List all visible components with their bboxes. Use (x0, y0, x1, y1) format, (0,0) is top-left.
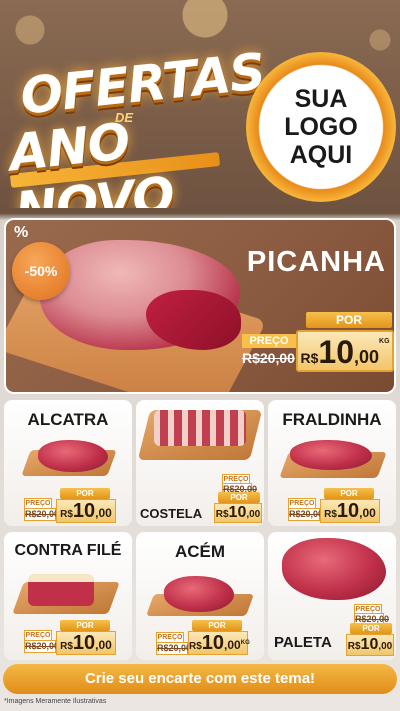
por-label: POR (350, 623, 392, 634)
price-cents: ,00 (224, 638, 241, 652)
currency: R$ (324, 509, 337, 520)
product-card-paleta[interactable]: PREÇO R$20,00 PALETA POR R$10,00 (268, 532, 396, 660)
price: R$10,00 (56, 631, 116, 655)
product-name: PALETA (274, 634, 332, 651)
price-cents: ,00 (246, 509, 261, 520)
price-int: 10 (360, 636, 379, 653)
currency: R$ (60, 641, 73, 652)
flyer-page: OFERTAS DE ANO NOVO SUA LOGO AQUI -50% %… (0, 0, 400, 711)
hero-product-name: PICANHA (246, 246, 386, 278)
hero-card[interactable]: -50% % PICANHA PREÇO R$20,00 POR R$ 10 ,… (4, 218, 396, 394)
product-name: CONTRA FILÉ (14, 542, 122, 559)
header: OFERTAS DE ANO NOVO SUA LOGO AQUI (0, 0, 400, 208)
por-label: POR (324, 488, 374, 499)
price-int: 10 (72, 632, 96, 654)
percent-icon: % (14, 224, 29, 241)
price: R$10,00 (346, 634, 394, 656)
old-price: R$20,00 (24, 508, 60, 521)
unit: KG (240, 640, 250, 646)
product-card-contra-file[interactable]: CONTRA FILÉ PREÇO R$20,00 POR R$10,00 (4, 532, 132, 660)
hero-currency: R$ (300, 350, 319, 366)
price: R$10,00 (214, 503, 262, 523)
hero-old-label: PREÇO (242, 334, 296, 348)
price: R$10,00 (56, 499, 116, 523)
old-price: R$20,00 (24, 640, 60, 653)
price-cents: ,00 (359, 506, 376, 520)
product-card-alcatra[interactable]: ALCATRA PREÇO R$20,00 POR R$10,00 (4, 400, 132, 526)
hero-price: R$ 10 ,00 KG (296, 330, 394, 372)
logo-line-3: AQUI (289, 141, 353, 169)
price-int: 10 (201, 632, 225, 654)
contra-file-image (28, 574, 94, 606)
hero-price-cents: ,00 (353, 347, 380, 367)
logo-line-1: SUA (294, 85, 348, 113)
por-label: POR (192, 620, 242, 631)
logo-line-2: LOGO (284, 113, 358, 141)
currency: R$ (347, 641, 361, 652)
discount-badge: -50% (12, 242, 70, 300)
product-name: ACÉM (174, 542, 226, 561)
por-label: POR (60, 620, 110, 631)
fraldinha-image (290, 440, 372, 470)
old-price: R$20,00 (288, 508, 324, 521)
paleta-image (282, 538, 386, 600)
footnote: *Imagens Meramente Ilustrativas (4, 698, 107, 705)
product-card-acem[interactable]: ACÉM PREÇO R$20,00 POR R$10,00KG (136, 532, 264, 660)
price-int: 10 (336, 500, 360, 522)
hero-price-int: 10 (318, 334, 354, 370)
price-int: 10 (228, 504, 247, 521)
hero-por-label: POR (306, 312, 392, 328)
create-flyer-button[interactable]: Crie seu encarte com este tema! (3, 664, 397, 694)
currency: R$ (60, 509, 73, 520)
acem-image (164, 576, 234, 612)
price-int: 10 (72, 500, 96, 522)
hero-unit: KG (379, 338, 390, 345)
alcatra-image (38, 440, 108, 472)
currency: R$ (189, 641, 202, 652)
product-card-costela[interactable]: PREÇO R$20,00 COSTELA POR R$10,00 (136, 400, 264, 526)
product-card-fraldinha[interactable]: FRALDINHA PREÇO R$20,00 POR R$10,00 (268, 400, 396, 526)
price-cents: ,00 (378, 641, 393, 652)
costela-image (154, 410, 246, 446)
price-cents: ,00 (95, 638, 112, 652)
price: R$10,00KG (188, 631, 250, 655)
old-price: R$20,00 (156, 642, 192, 655)
por-label: POR (60, 488, 110, 499)
hero-old-price: R$20,00 (242, 350, 295, 366)
product-name: FRALDINHA (282, 410, 382, 429)
por-label: POR (218, 492, 260, 503)
product-name: COSTELA (140, 506, 203, 521)
price: R$10,00 (320, 499, 380, 523)
price-cents: ,00 (95, 506, 112, 520)
title-block: OFERTAS DE ANO NOVO (7, 42, 268, 208)
currency: R$ (215, 509, 229, 520)
product-name: ALCATRA (27, 410, 109, 429)
logo-placeholder[interactable]: SUA LOGO AQUI (246, 52, 396, 202)
